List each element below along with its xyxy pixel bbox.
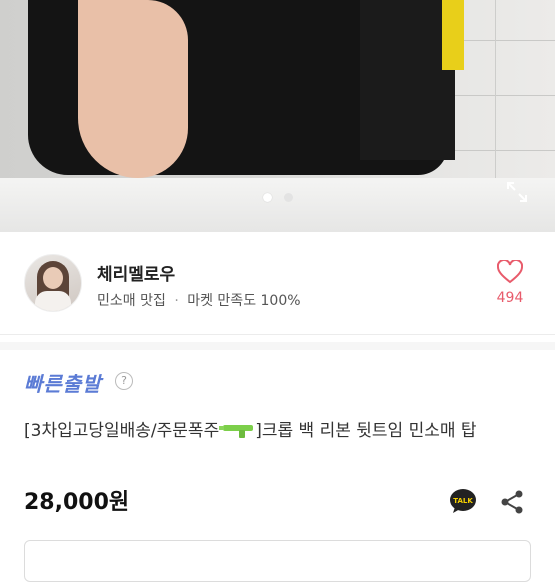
arm bbox=[78, 0, 188, 178]
bottom-action-box[interactable] bbox=[24, 540, 531, 582]
black-shirt-shadow bbox=[360, 0, 455, 160]
avatar[interactable] bbox=[24, 254, 82, 312]
yellow-object bbox=[442, 0, 464, 70]
tile-line bbox=[495, 0, 496, 180]
section-gap bbox=[0, 342, 555, 350]
seller-tagline: 민소매 맛집 bbox=[97, 293, 166, 309]
product-title-part2: ]크롭 백 리본 뒷트임 민소매 탑 bbox=[255, 421, 477, 441]
seller-name[interactable]: 체리멜로우 bbox=[97, 260, 175, 285]
expand-icon[interactable] bbox=[505, 180, 529, 204]
product-title: [3차입고당일배송/주문폭주 ]크롭 백 리본 뒷트임 민소매 탑 bbox=[24, 418, 534, 445]
counter-surface bbox=[0, 178, 555, 232]
share-icon[interactable] bbox=[500, 489, 524, 515]
product-price: 28,000원 bbox=[24, 490, 130, 515]
kakao-talk-icon[interactable]: TALK bbox=[449, 488, 477, 514]
avatar-body bbox=[35, 291, 71, 311]
tile-line bbox=[440, 95, 555, 96]
tile-line bbox=[440, 150, 555, 151]
gallery-dot-active[interactable] bbox=[262, 193, 272, 202]
product-title-part1: [3차입고당일배송/주문폭주 bbox=[24, 421, 220, 441]
separator: · bbox=[174, 293, 179, 309]
fast-delivery-badge: 빠른출발 bbox=[24, 372, 102, 396]
help-icon[interactable]: ? bbox=[115, 372, 133, 390]
gallery-dot[interactable] bbox=[283, 193, 293, 202]
heart-icon[interactable] bbox=[496, 258, 524, 284]
market-rating: 마켓 만족도 100% bbox=[187, 293, 301, 309]
like-button[interactable]: 494 bbox=[490, 258, 530, 306]
divider bbox=[0, 334, 555, 335]
like-count: 494 bbox=[496, 290, 524, 306]
gallery-dots bbox=[0, 193, 555, 202]
svg-text:TALK: TALK bbox=[453, 497, 473, 505]
seller-subtitle: 민소매 맛집 · 마켓 만족도 100% bbox=[97, 290, 301, 310]
avatar-face bbox=[43, 267, 63, 289]
seller-section[interactable]: 체리멜로우 민소매 맛집 · 마켓 만족도 100% 494 bbox=[0, 232, 555, 334]
water-gun-emoji bbox=[219, 425, 254, 438]
